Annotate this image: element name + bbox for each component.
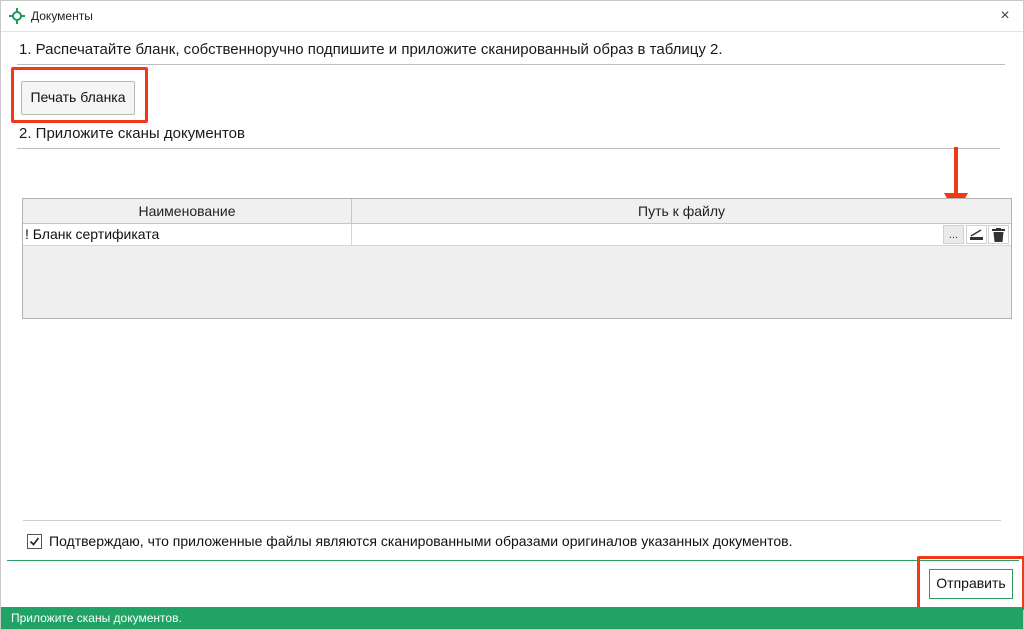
column-header-name[interactable]: Наименование [23,199,351,223]
print-form-button[interactable]: Печать бланка [21,81,135,115]
documents-table: Наименование Путь к файлу ! Бланк сертиф… [22,198,1012,319]
confirm-divider [23,520,1001,521]
step-1-instruction: 1. Распечатайте бланк, собственноручно п… [19,41,723,58]
trash-icon [992,227,1005,242]
close-icon[interactable]: × [995,5,1015,27]
confirm-row: Подтверждаю, что приложенные файлы являю… [27,532,792,550]
step-2-divider [17,148,1000,149]
scan-button[interactable] [966,225,987,244]
footer-divider [7,560,1019,561]
table-header: Наименование Путь к файлу [23,199,1011,224]
documents-window: Документы × 1. Распечатайте бланк, собст… [0,0,1024,630]
scanner-icon [970,229,983,240]
table-row[interactable]: ! Бланк сертификата ... [23,224,1011,246]
checkmark-icon [29,537,40,546]
delete-row-button[interactable] [988,225,1009,244]
confirm-checkbox[interactable] [27,533,42,549]
title-bar: Документы × [1,1,1023,32]
step-1-divider [17,64,1005,65]
status-bar: Приложите сканы документов. [1,607,1023,629]
cell-document-name: ! Бланк сертификата [25,226,160,242]
app-logo-icon [9,8,25,24]
window-title: Документы [31,9,93,23]
status-text: Приложите сканы документов. [11,611,182,625]
browse-file-button[interactable]: ... [943,225,964,244]
confirm-label[interactable]: Подтверждаю, что приложенные файлы являю… [49,533,792,549]
column-header-path[interactable]: Путь к файлу [352,199,1011,223]
step-2-instruction: 2. Приложите сканы документов [19,125,245,142]
send-button[interactable]: Отправить [929,569,1013,599]
